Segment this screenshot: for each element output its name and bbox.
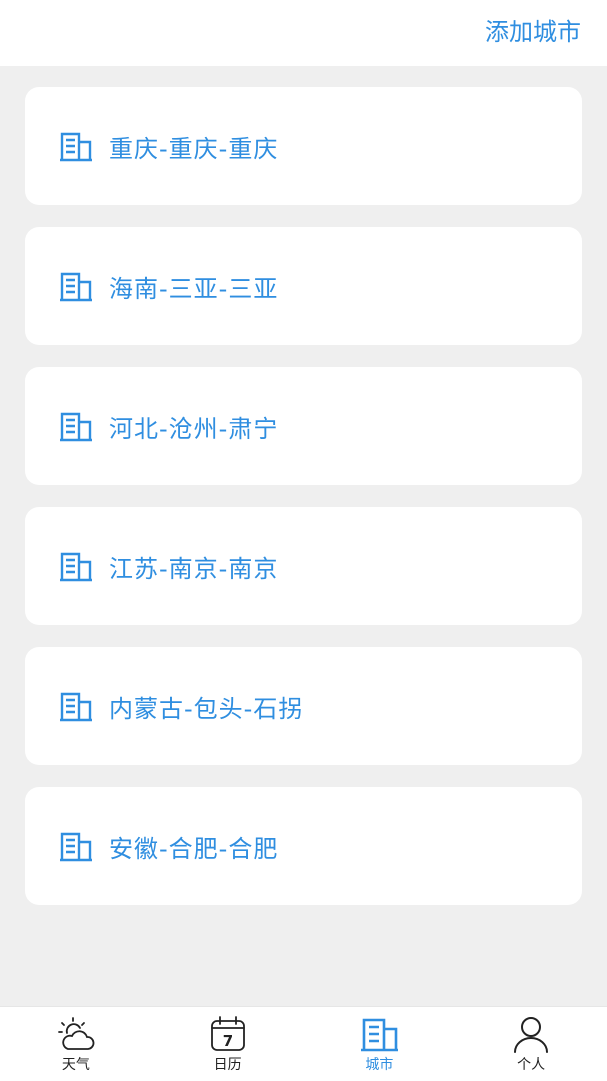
city-name: 海南-三亚-三亚 [109, 274, 279, 303]
city-item[interactable]: 重庆-重庆-重庆 [25, 87, 582, 205]
city-item[interactable]: 内蒙古-包头-石拐 [25, 647, 582, 765]
top-bar: 添加城市 [0, 0, 607, 66]
tab-weather[interactable]: 天气 [0, 1007, 152, 1081]
tab-label: 日历 [213, 1057, 242, 1073]
building-icon [59, 270, 93, 302]
building-icon [59, 550, 93, 582]
building-icon [59, 410, 93, 442]
city-name: 安徽-合肥-合肥 [109, 834, 279, 863]
city-item[interactable]: 江苏-南京-南京 [25, 507, 582, 625]
building-icon [59, 130, 93, 162]
city-item[interactable]: 河北-沧州-肃宁 [25, 367, 582, 485]
tab-label: 天气 [61, 1057, 90, 1073]
tab-calendar[interactable]: 7 日历 [152, 1007, 304, 1081]
building-icon [59, 830, 93, 862]
add-city-button[interactable]: 添加城市 [485, 14, 581, 50]
city-list: 重庆-重庆-重庆 海南-三亚-三亚 河北-沧州-肃宁 江苏-南京-南京 内蒙古-… [25, 87, 582, 927]
tab-city[interactable]: 城市 [304, 1007, 456, 1081]
tab-label: 个人 [517, 1057, 546, 1073]
bottom-tab-bar: 天气 7 日历 城市 个人 [0, 1006, 607, 1081]
city-item[interactable]: 安徽-合肥-合肥 [25, 787, 582, 905]
calendar-icon: 7 [210, 1016, 245, 1051]
building-icon [59, 690, 93, 722]
city-name: 江苏-南京-南京 [109, 554, 279, 583]
calendar-day: 7 [222, 1032, 232, 1050]
tab-label: 城市 [365, 1057, 394, 1073]
person-icon [514, 1017, 549, 1053]
city-name: 重庆-重庆-重庆 [109, 134, 279, 163]
city-name: 内蒙古-包头-石拐 [109, 694, 304, 723]
building-icon [361, 1018, 399, 1052]
weather-icon [57, 1017, 95, 1050]
city-name: 河北-沧州-肃宁 [109, 414, 279, 443]
tab-profile[interactable]: 个人 [455, 1007, 607, 1081]
city-item[interactable]: 海南-三亚-三亚 [25, 227, 582, 345]
